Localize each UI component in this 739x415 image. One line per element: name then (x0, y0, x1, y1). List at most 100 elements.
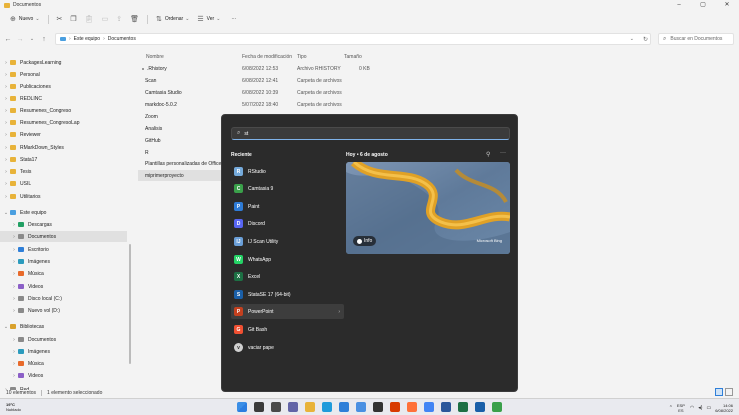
nav-item[interactable]: › Escritorio (0, 244, 127, 255)
chevron-right-icon[interactable]: › (2, 120, 10, 126)
language-indicator[interactable]: ESP ES (677, 403, 685, 413)
up-arrow-icon[interactable]: ↑ (38, 36, 50, 43)
chat-icon[interactable] (288, 402, 298, 412)
nav-item[interactable]: › Publicaciones (0, 81, 127, 92)
app-result[interactable]: P Paint (231, 199, 344, 214)
column-header-date[interactable]: Fecha de modificación (242, 54, 292, 60)
file-row[interactable]: Camtasia Studio (138, 87, 222, 98)
app-result[interactable]: X Excel (231, 269, 344, 284)
nav-item[interactable]: › Documentos (0, 231, 127, 242)
start-search-input[interactable]: ⌕ st (231, 127, 510, 140)
chrome-icon[interactable] (424, 402, 434, 412)
share-button[interactable]: ⇪ (112, 13, 126, 25)
delete-button[interactable]: 🗑︎ (126, 13, 143, 25)
chevron-right-icon[interactable]: › (2, 169, 10, 175)
tiles-view-button[interactable] (725, 388, 733, 396)
nav-item[interactable]: › USIL (0, 178, 127, 189)
breadcrumb-documentos[interactable]: Documentos (108, 36, 136, 42)
nav-item[interactable]: › Stata17 (0, 154, 127, 165)
file-row[interactable]: Plantillas personalizadas de Office (138, 158, 222, 169)
close-button[interactable]: ✕ (715, 0, 739, 10)
chevron-right-icon[interactable]: › (2, 145, 10, 151)
nav-item[interactable]: › RMarkDown_Styles (0, 142, 127, 153)
chevron-right-icon[interactable]: › (2, 181, 10, 187)
chevron-up-icon[interactable]: ⌃ (669, 405, 673, 411)
app-result[interactable]: v vaciar pape (231, 340, 344, 355)
app-result[interactable]: C Camtasia 9 (231, 181, 344, 196)
rename-button[interactable]: ▭ (98, 13, 113, 25)
nav-item[interactable]: › Música (0, 268, 127, 279)
photos-icon[interactable] (356, 402, 366, 412)
recent-chevron-icon[interactable]: ⌄ (26, 36, 38, 42)
battery-icon[interactable]: ▭ (706, 405, 711, 411)
nav-item[interactable]: › Disco local (C:) (0, 293, 127, 304)
chevron-down-icon[interactable]: ⌄ (630, 36, 634, 42)
chevron-right-icon[interactable]: › (10, 234, 18, 240)
chevron-right-icon[interactable]: › (2, 157, 10, 163)
nav-item[interactable]: › Imágenes (0, 346, 127, 357)
app-result[interactable]: P PowerPoint › (231, 304, 344, 319)
chevron-right-icon[interactable]: › (338, 309, 340, 315)
nav-item[interactable]: › Personal (0, 69, 127, 80)
nav-item[interactable]: ⌄ Este equipo (0, 207, 127, 218)
edge-icon[interactable] (322, 402, 332, 412)
app-result[interactable]: D Discord (231, 216, 344, 231)
chevron-right-icon[interactable]: › (10, 373, 18, 379)
file-row[interactable]: .Rhistory (138, 63, 222, 74)
word-icon[interactable] (441, 402, 451, 412)
chevron-right-icon[interactable]: › (10, 308, 18, 314)
nav-item[interactable]: › Videos (0, 281, 127, 292)
see-more-button[interactable]: ··· (224, 13, 240, 25)
speaker-icon[interactable]: ◂) (698, 405, 702, 411)
app-result[interactable]: W WhatsApp (231, 252, 344, 267)
copy-button[interactable]: ❐ (66, 13, 80, 25)
media-player-icon[interactable] (373, 402, 383, 412)
chevron-right-icon[interactable]: › (2, 194, 10, 200)
pin-icon[interactable]: ⚲ (486, 151, 490, 158)
nav-item[interactable]: › PackagesLearning (0, 57, 127, 68)
file-row[interactable]: R (138, 147, 222, 158)
view-button[interactable]: ☰ Ver ⌄ (193, 13, 224, 25)
column-header-type[interactable]: Tipo (297, 54, 307, 60)
file-row[interactable]: miprimerproyecto (138, 170, 222, 181)
nav-item[interactable]: › Resumenes_CongresoLap (0, 117, 127, 128)
column-header-size[interactable]: Tamaño (344, 54, 362, 60)
chevron-right-icon[interactable]: › (2, 108, 10, 114)
task-view-icon[interactable] (271, 402, 281, 412)
chevron-right-icon[interactable]: › (2, 72, 10, 78)
bing-image-card[interactable]: Info Microsoft Bing (346, 162, 510, 254)
more-options-icon[interactable]: ··· (500, 150, 506, 156)
chevron-right-icon[interactable]: › (10, 349, 18, 355)
paste-button[interactable]: 📋︎ (81, 13, 98, 25)
nav-item[interactable]: › Reviewer (0, 129, 127, 140)
chevron-right-icon[interactable]: › (10, 247, 18, 253)
chevron-right-icon[interactable]: › (2, 132, 10, 138)
chevron-right-icon[interactable]: › (10, 361, 18, 367)
minimize-button[interactable]: – (667, 0, 691, 10)
wifi-icon[interactable]: ◠ (690, 405, 694, 411)
info-button[interactable]: Info (353, 236, 377, 246)
nav-item[interactable]: › Música (0, 358, 127, 369)
excel-icon[interactable] (458, 402, 468, 412)
sort-button[interactable]: ⇅ Ordenar ⌄ (152, 13, 193, 25)
weather-widget[interactable]: 19°C Nublado (6, 402, 21, 412)
nav-item[interactable]: › REDLINC (0, 93, 127, 104)
chevron-right-icon[interactable]: › (10, 259, 18, 265)
scrollbar[interactable] (129, 244, 131, 364)
chevron-right-icon[interactable]: › (2, 96, 10, 102)
nav-item[interactable]: › Descargas (0, 219, 127, 230)
app-result[interactable]: IJ IJ Scan Utility (231, 234, 344, 249)
start-icon[interactable] (237, 402, 247, 412)
clock[interactable]: 14:06 6/08/2022 (715, 403, 733, 413)
chevron-right-icon[interactable]: › (2, 84, 10, 90)
nav-item[interactable]: › Nuevo vol (D:) (0, 305, 127, 316)
store-icon[interactable] (339, 402, 349, 412)
breadcrumb-este-equipo[interactable]: Este equipo (74, 36, 100, 42)
new-button[interactable]: ⊕ Nuevo ⌄ (6, 13, 44, 25)
file-row[interactable]: Scan (138, 75, 222, 86)
app-result[interactable]: G Git Bash (231, 322, 344, 337)
file-row[interactable]: markdoc-5.0.2 (138, 99, 222, 110)
camtasia-icon[interactable] (492, 402, 502, 412)
details-view-button[interactable] (715, 388, 723, 396)
chevron-right-icon[interactable]: › (10, 271, 18, 277)
